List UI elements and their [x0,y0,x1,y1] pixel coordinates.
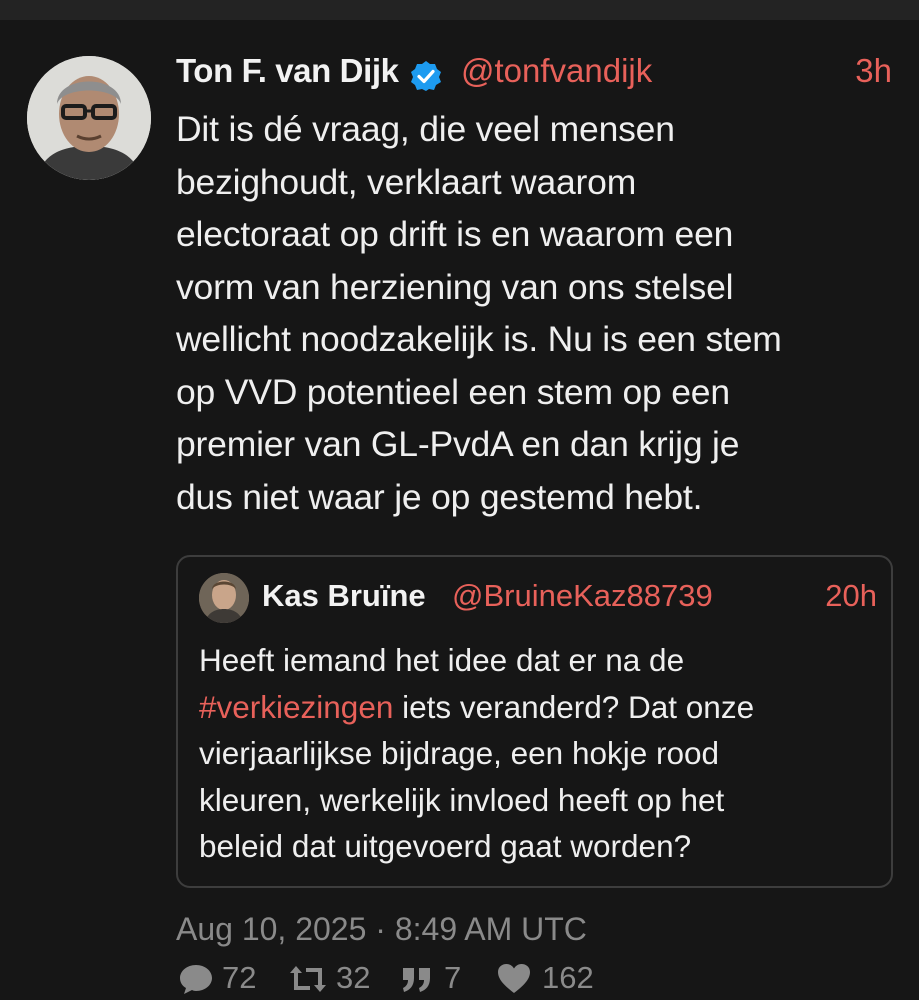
quote-line: beleid dat uitgevoerd gaat worden? [199,828,692,864]
hashtag-link[interactable]: #verkiezingen [199,689,393,725]
author-name[interactable]: Ton F. van Dijk [176,46,399,96]
quote-line: Heeft iemand het idee dat er na de [199,642,685,678]
tweet-time[interactable]: 3h [855,46,892,96]
quote-line-rest: iets veranderd? Dat onze [393,688,755,725]
quote-header: Kas Bruïne @BruineKaz88739 20h [262,571,877,621]
verified-icon [410,56,442,91]
quote-avatar[interactable] [199,573,249,623]
quote-text: Heeft iemand het idee dat er na de #verk… [199,637,879,870]
reply-count: 72 [222,960,257,995]
retweet-icon [290,966,326,992]
quote-line: kleuren, werkelijk invloed heeft op het [199,781,725,818]
reply-icon [180,965,212,994]
retweet-count: 32 [336,960,371,995]
quote-time[interactable]: 20h [825,571,877,621]
tweet-date[interactable]: Aug 10, 2025 · 8:49 AM UTC [176,904,587,954]
quote-author-handle[interactable]: @BruineKaz88739 [452,571,713,621]
avatar[interactable] [27,56,151,180]
quote-count: 7 [444,960,462,995]
heart-icon [498,964,530,993]
like-count: 162 [542,960,594,995]
tweet-header: Ton F. van Dijk @tonfvandijk 3h [176,46,894,96]
tweet-text: Dit is dé vraag, die veel mensen bezigho… [176,109,782,517]
tweet: Ton F. van Dijk @tonfvandijk 3h Dit is d… [0,20,919,1000]
author-handle[interactable]: @tonfvandijk [461,46,652,96]
quoted-tweet[interactable]: Kas Bruïne @BruineKaz88739 20h Heeft iem… [176,555,893,888]
tweet-stats: 72 32 7 162 [176,950,894,1000]
quote-line: vierjaarlijkse bijdrage, een hokje rood [199,735,720,771]
quote-author-name[interactable]: Kas Bruïne [262,571,426,621]
quote-icon [403,968,430,992]
quote-line: #verkiezingen iets veranderd? Dat onze [199,684,879,731]
top-bar [0,0,919,20]
